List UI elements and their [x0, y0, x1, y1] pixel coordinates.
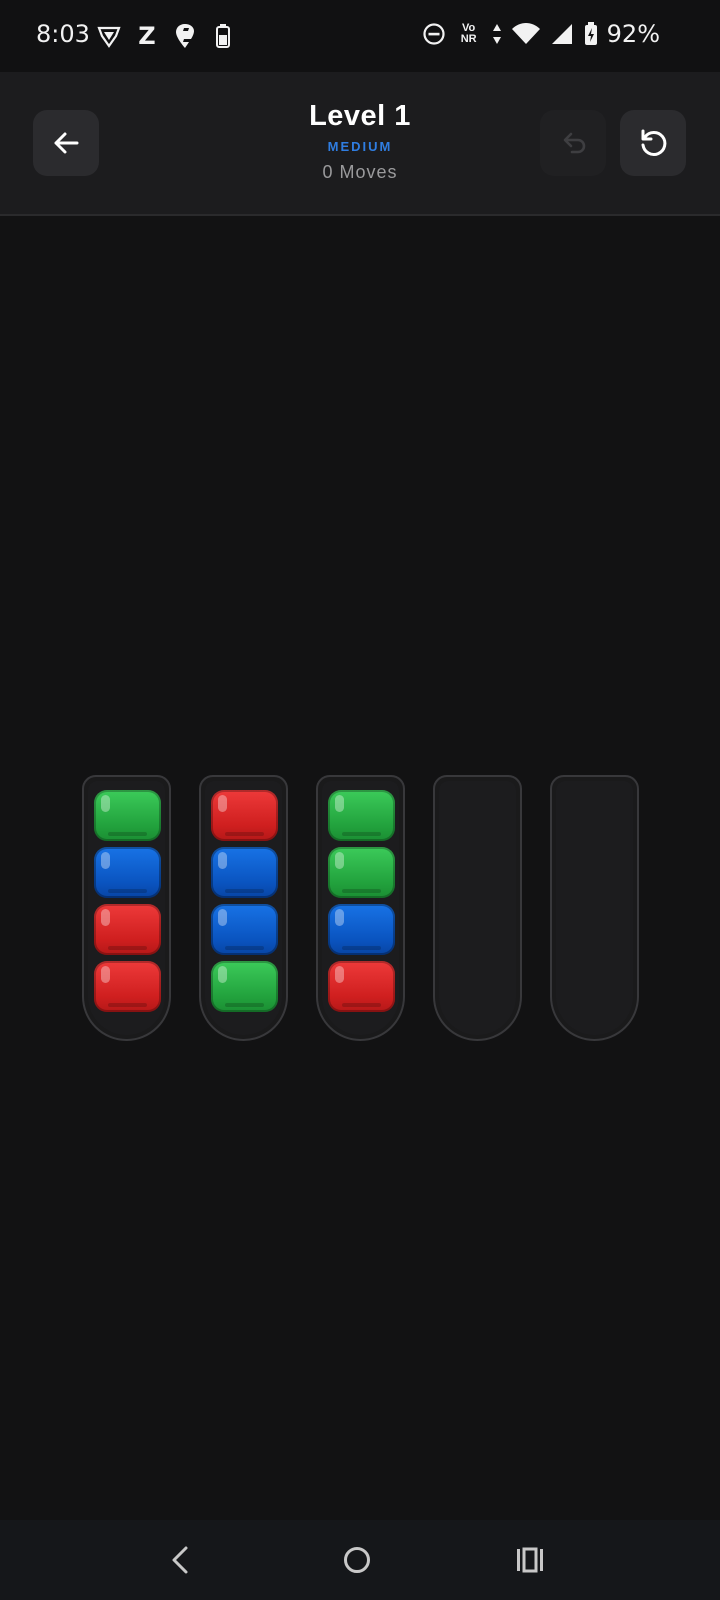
nav-recents-icon — [517, 1547, 543, 1573]
ball-highlight — [218, 966, 227, 983]
level-info: Level 1 MEDIUM 0 Moves — [220, 100, 500, 183]
tube-5[interactable] — [550, 775, 639, 1041]
status-right-icons: Vo NR 92% — [421, 20, 660, 48]
difficulty-label: MEDIUM — [327, 139, 393, 154]
restart-icon — [641, 129, 667, 156]
do-not-disturb-icon — [421, 20, 447, 48]
ball-shadow-line — [225, 1003, 264, 1007]
swiggy-icon — [172, 22, 198, 50]
status-bar: 8:03 Z Vo NR 92% — [0, 0, 720, 72]
status-time: 8:03 — [36, 20, 90, 48]
ball-highlight — [101, 966, 110, 983]
system-nav-bar — [0, 1520, 720, 1600]
ball-shadow-line — [108, 946, 147, 950]
ball-highlight — [101, 795, 110, 812]
ball-shadow-line — [108, 889, 147, 893]
ball-shadow-line — [342, 832, 381, 836]
blue-ball — [328, 904, 395, 955]
green-ball — [94, 790, 161, 841]
vonr-bottom-label: NR — [460, 33, 477, 45]
moves-counter: 0 Moves — [322, 162, 398, 182]
green-ball — [211, 961, 278, 1012]
z-app-icon: Z — [138, 22, 156, 50]
blue-ball — [211, 904, 278, 955]
tube-interior — [556, 781, 633, 1035]
restart-button[interactable] — [620, 110, 686, 176]
ball-highlight — [101, 852, 110, 869]
blue-ball — [211, 847, 278, 898]
tube-4[interactable] — [433, 775, 522, 1041]
level-title: Level 1 — [309, 100, 411, 132]
tube-board — [82, 775, 639, 1041]
ball-highlight — [335, 795, 344, 812]
ball-highlight — [218, 795, 227, 812]
green-ball — [328, 790, 395, 841]
tube-interior — [439, 781, 516, 1035]
back-button[interactable] — [33, 110, 99, 176]
ball-shadow-line — [342, 1003, 381, 1007]
ball-shadow-line — [225, 889, 264, 893]
ball-shadow-line — [225, 832, 264, 836]
vo-nr-icon: Vo NR — [455, 20, 483, 48]
ball-highlight — [335, 852, 344, 869]
wifi-icon — [511, 20, 541, 48]
arrow-left-icon — [54, 132, 79, 154]
ball-highlight — [218, 909, 227, 926]
tube-2[interactable] — [199, 775, 288, 1041]
green-ball — [328, 847, 395, 898]
ball-highlight — [101, 909, 110, 926]
red-ball — [211, 790, 278, 841]
status-left-icons: Z — [96, 22, 236, 50]
ball-highlight — [335, 966, 344, 983]
ball-shadow-line — [225, 946, 264, 950]
data-arrows-icon — [491, 20, 503, 48]
nav-home-icon — [344, 1547, 370, 1573]
vpn-shield-icon — [96, 22, 122, 50]
battery-percent: 92% — [606, 20, 660, 48]
blue-ball — [94, 847, 161, 898]
ball-highlight — [218, 852, 227, 869]
red-ball — [328, 961, 395, 1012]
red-ball — [94, 904, 161, 955]
cell-signal-icon — [549, 20, 575, 48]
ball-shadow-line — [108, 832, 147, 836]
nav-recents-button[interactable] — [508, 1538, 552, 1582]
ball-shadow-line — [108, 1003, 147, 1007]
ball-shadow-line — [342, 946, 381, 950]
nav-home-button[interactable] — [335, 1538, 379, 1582]
tube-1[interactable] — [82, 775, 171, 1041]
nav-back-button[interactable] — [158, 1538, 202, 1582]
nav-back-icon — [172, 1546, 188, 1574]
red-ball — [94, 961, 161, 1012]
tube-3[interactable] — [316, 775, 405, 1041]
battery-charging-icon — [583, 20, 599, 48]
undo-icon — [563, 132, 586, 154]
ball-highlight — [335, 909, 344, 926]
undo-button[interactable] — [540, 110, 606, 176]
ball-shadow-line — [342, 889, 381, 893]
battery-saver-icon — [210, 22, 236, 50]
